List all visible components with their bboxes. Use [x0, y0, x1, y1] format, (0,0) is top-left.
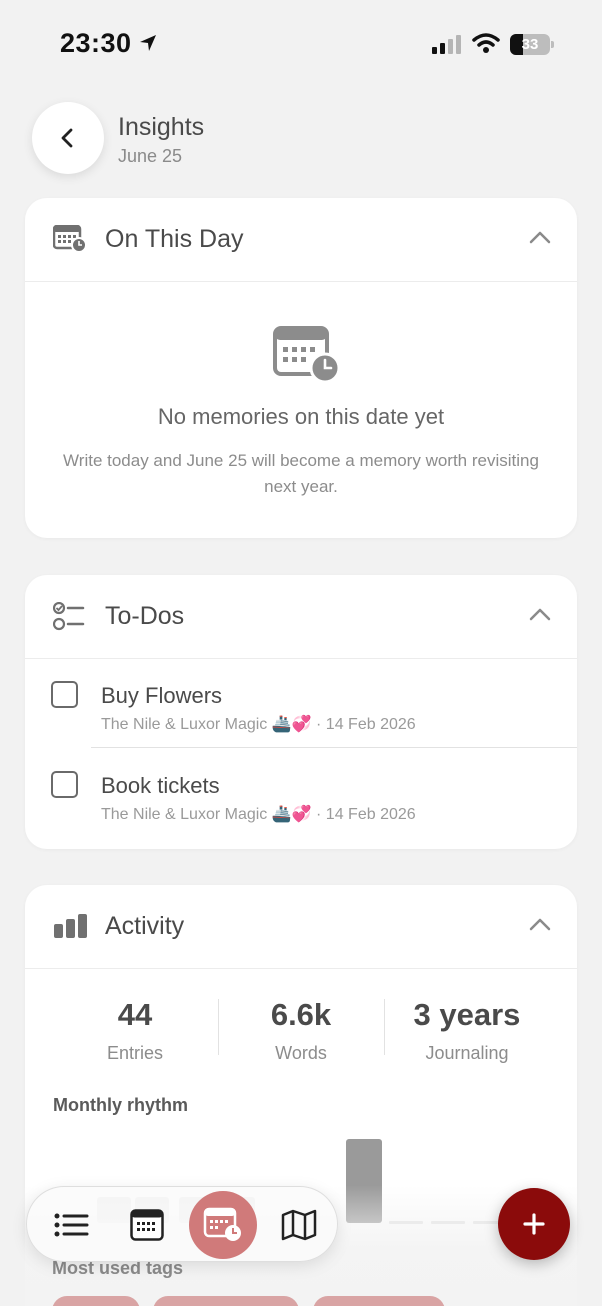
todo-title: Buy Flowers: [101, 683, 223, 708]
location-arrow-icon: [140, 35, 156, 51]
todo-journal: The Nile & Luxor Magic 🚢💞: [101, 716, 312, 733]
tab-insights[interactable]: [189, 1191, 257, 1259]
todo-checkbox[interactable]: [51, 681, 78, 708]
battery-icon: 33: [510, 34, 550, 55]
stat-value: 44: [117, 997, 153, 1032]
todos-title: To-Dos: [105, 602, 185, 630]
empty-state-title: No memories on this date yet: [157, 404, 445, 429]
todo-meta: The Nile & Luxor Magic 🚢💞 · 14 Feb 2026: [101, 804, 416, 824]
todo-item[interactable]: Book tickets The Nile & Luxor Magic 🚢💞 ·…: [25, 749, 577, 837]
plus-icon: [523, 1213, 545, 1235]
tab-bar: [26, 1186, 338, 1262]
tag-pill[interactable]: [313, 1296, 445, 1306]
todo-checkbox[interactable]: [51, 771, 78, 798]
todos-card: To-Dos Buy Flowers The Nile & Luxor Magi…: [25, 575, 577, 849]
todo-meta: The Nile & Luxor Magic 🚢💞 · 14 Feb 2026: [101, 714, 416, 734]
tab-list[interactable]: [41, 1195, 101, 1255]
calendar-clock-icon: [53, 225, 87, 253]
stat-label: Journaling: [425, 1043, 509, 1063]
todo-journal: The Nile & Luxor Magic 🚢💞: [101, 806, 312, 823]
wifi-icon: [472, 33, 500, 53]
divider: [91, 747, 577, 748]
header: Insights June 25: [0, 102, 602, 182]
chevron-left-icon: [61, 128, 73, 148]
activity-header[interactable]: Activity: [25, 885, 577, 969]
stat-value: 6.6k: [270, 997, 332, 1032]
bar-chart-icon: [54, 914, 87, 938]
stat-label: Entries: [106, 1043, 164, 1063]
back-button[interactable]: [32, 102, 104, 174]
tab-map[interactable]: [269, 1195, 329, 1255]
calendar-icon: [130, 1209, 164, 1241]
on-this-day-card: On This Day No memories on this date yet…: [25, 198, 577, 538]
map-icon: [281, 1209, 317, 1241]
page-subtitle: June 25: [118, 146, 183, 166]
chevron-up-icon[interactable]: [529, 230, 551, 244]
activity-title: Activity: [105, 912, 185, 940]
status-time: 23:30: [60, 28, 132, 58]
todo-title: Book tickets: [101, 773, 220, 798]
calendar-clock-icon: [273, 326, 341, 384]
monthly-rhythm-label: Monthly rhythm: [53, 1095, 188, 1115]
stat-value: 3 years: [413, 997, 521, 1032]
chevron-up-icon[interactable]: [529, 607, 551, 621]
checklist-icon: [53, 602, 85, 631]
todo-date: · 14 Feb 2026: [316, 806, 416, 823]
stat-label: Words: [275, 1043, 327, 1063]
on-this-day-title: On This Day: [105, 225, 244, 253]
tab-calendar[interactable]: [117, 1195, 177, 1255]
stat-entries: 44 Entries: [52, 997, 218, 1064]
page-title: Insights: [118, 113, 205, 141]
stat-journaling: 3 years Journaling: [384, 997, 550, 1064]
stat-words: 6.6k Words: [218, 997, 384, 1064]
todos-header[interactable]: To-Dos: [25, 575, 577, 659]
calendar-clock-icon: [203, 1207, 241, 1241]
tag-pill[interactable]: [153, 1296, 299, 1306]
on-this-day-header[interactable]: On This Day: [25, 198, 577, 282]
chevron-up-icon[interactable]: [529, 917, 551, 931]
todo-item[interactable]: Buy Flowers The Nile & Luxor Magic 🚢💞 · …: [25, 659, 577, 748]
todo-date: · 14 Feb 2026: [316, 716, 416, 733]
empty-state-body: Write today and June 25 will become a me…: [63, 451, 539, 496]
add-entry-button[interactable]: [498, 1188, 570, 1260]
battery-text: 33: [521, 36, 539, 53]
tag-pill[interactable]: [52, 1296, 140, 1306]
battery-tip: [551, 41, 554, 48]
signal-icon: [432, 35, 461, 54]
list-icon: [54, 1213, 89, 1237]
status-bar: 23:30 33: [0, 0, 602, 90]
